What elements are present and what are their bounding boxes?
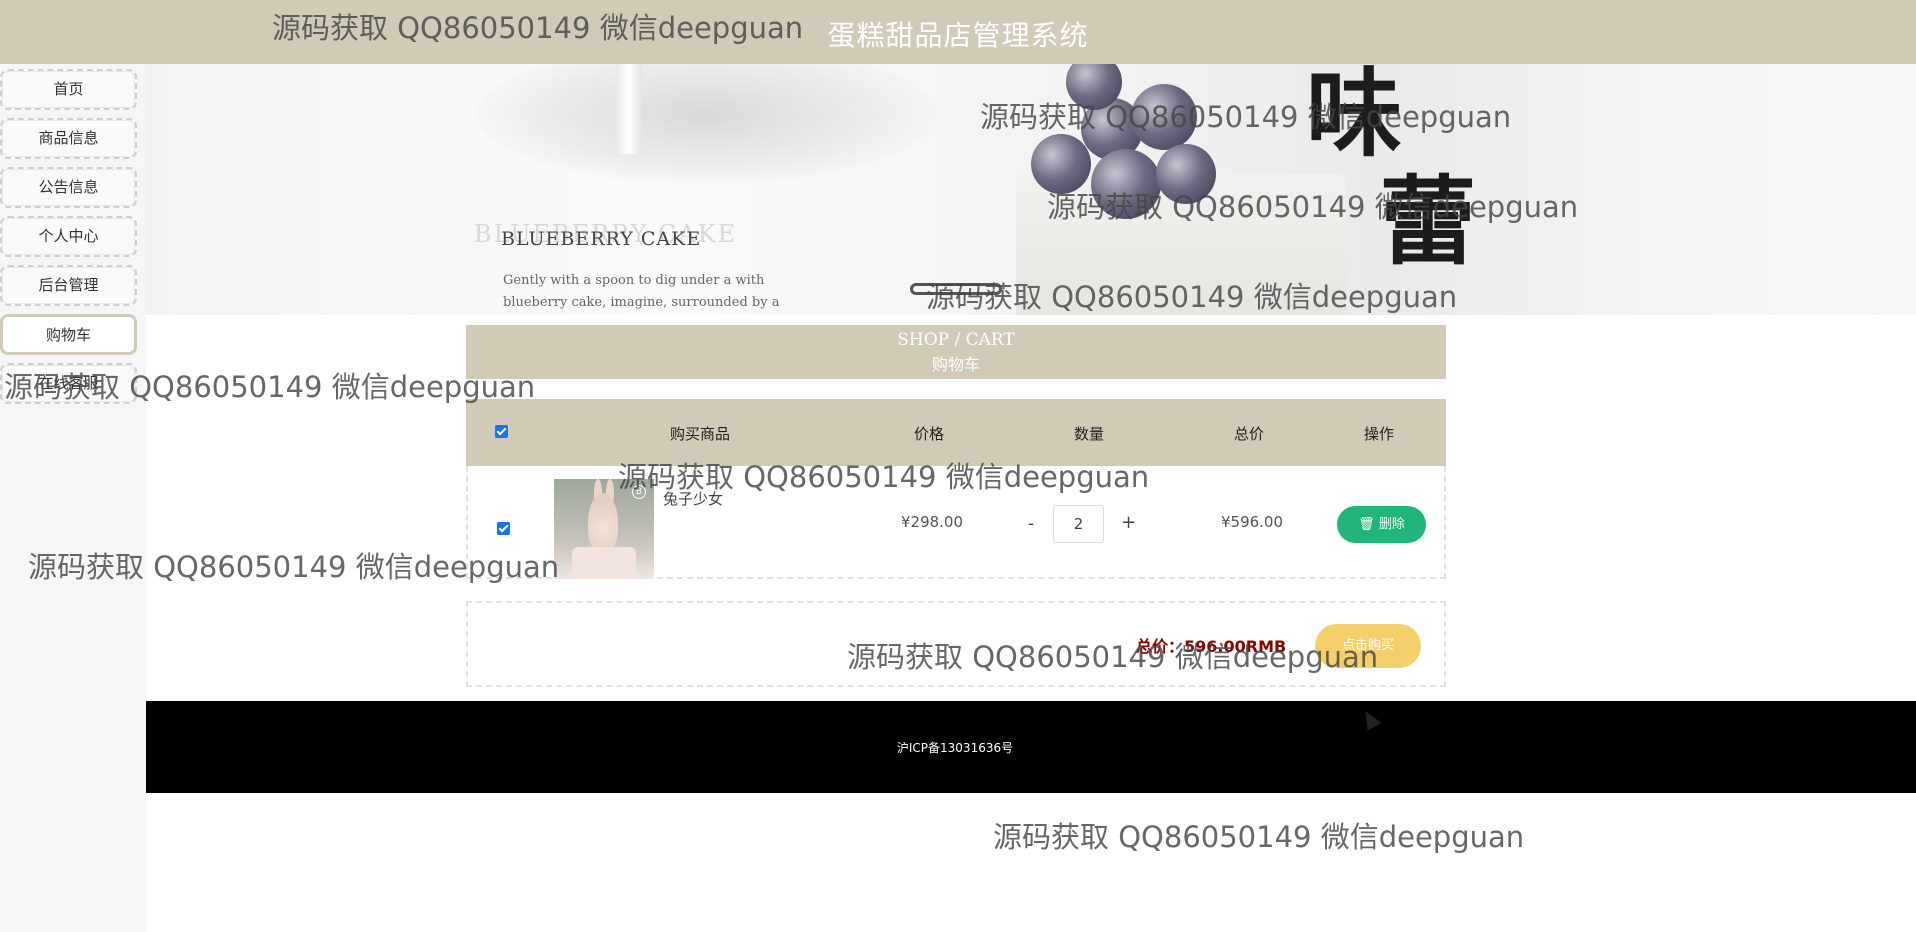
select-all-checkbox[interactable] xyxy=(495,425,508,438)
row-checkbox[interactable] xyxy=(497,522,510,535)
site-title: 蛋糕甜品店管理系统 xyxy=(827,19,1089,52)
row-total: ¥596.00 xyxy=(1220,513,1284,531)
product-name[interactable]: 兔子少女 xyxy=(663,488,723,509)
cake-base xyxy=(572,547,636,579)
banner-pagination[interactable] xyxy=(910,283,1002,295)
quantity-decrease-button[interactable]: - xyxy=(1028,514,1034,534)
banner-blur xyxy=(476,64,936,184)
sidebar-item-notices[interactable]: 公告信息 xyxy=(0,167,137,208)
column-header-price: 价格 xyxy=(913,425,945,443)
column-header-quantity: 数量 xyxy=(1073,425,1105,443)
blueberry xyxy=(1091,149,1161,219)
sidebar-item-support[interactable]: 在线客服 xyxy=(0,363,137,404)
banner-description: Gently with a spoon to dig under a with … xyxy=(503,273,780,310)
cart-summary: 总价：596.00RMB 点击购买 xyxy=(466,601,1446,687)
blueberry xyxy=(1156,144,1216,204)
sidebar-item-profile[interactable]: 个人中心 xyxy=(0,216,137,257)
product-price: ¥298.00 xyxy=(900,513,964,531)
buy-button[interactable]: 点击购买 xyxy=(1315,624,1421,668)
cart-heading: SHOP / CART 购物车 xyxy=(466,325,1446,379)
cart-heading-en: SHOP / CART xyxy=(897,330,1015,350)
product-thumbnail[interactable]: B xyxy=(554,479,654,579)
banner-candle xyxy=(616,64,642,154)
banner-image: 味 蕾 BLUEBERRY CAKE BLUEBERRY CAKE Gently… xyxy=(146,64,1916,315)
sidebar-item-home[interactable]: 首页 xyxy=(0,69,137,110)
footer: 沪ICP备13031636号 xyxy=(146,701,1916,793)
watermark-text: 源码获取 QQ86050149 微信deepguan xyxy=(993,820,1525,854)
quantity-input[interactable]: 2 xyxy=(1053,505,1104,543)
quantity-increase-button[interactable]: + xyxy=(1121,512,1136,533)
banner-cake-title: BLUEBERRY CAKE xyxy=(501,228,702,250)
sidebar-item-admin[interactable]: 后台管理 xyxy=(0,265,137,306)
blueberry xyxy=(1031,134,1091,194)
cart-heading-cn: 购物车 xyxy=(931,355,980,374)
column-header-total: 总价 xyxy=(1233,425,1265,443)
sidebar-item-cart[interactable]: 购物车 xyxy=(0,314,137,355)
blueberry xyxy=(1131,84,1197,150)
icp-record: 沪ICP备13031636号 xyxy=(896,741,1014,755)
cart-table-header: 购买商品 价格 数量 总价 操作 xyxy=(466,399,1446,466)
cart-total: 总价：596.00RMB xyxy=(1136,637,1287,656)
delete-button[interactable]: 🗑 删除 xyxy=(1337,506,1426,543)
banner-char-2: 蕾 xyxy=(1380,165,1476,278)
column-header-action: 操作 xyxy=(1363,425,1395,443)
rabbit-figure xyxy=(588,493,618,553)
column-header-product: 购买商品 xyxy=(669,425,731,443)
top-header: 蛋糕甜品店管理系统 xyxy=(0,0,1916,64)
brand-badge-icon: B xyxy=(632,485,646,499)
sidebar: 首页 商品信息 公告信息 个人中心 后台管理 购物车 在线客服 xyxy=(0,64,146,932)
cart-row: B 兔子少女 ¥298.00 - 2 + ¥596.00 🗑 删除 xyxy=(466,466,1446,579)
trash-icon: 🗑 xyxy=(1358,517,1375,532)
delete-label: 删除 xyxy=(1378,517,1405,532)
sidebar-item-products[interactable]: 商品信息 xyxy=(0,118,137,159)
